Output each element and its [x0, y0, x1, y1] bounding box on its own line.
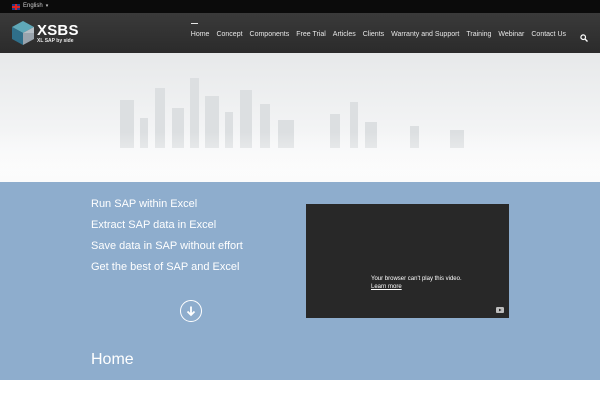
language-label: English: [23, 3, 43, 9]
logo-name: XSBS: [37, 21, 79, 39]
tagline-item: Get the best of SAP and Excel: [91, 261, 240, 273]
language-bar: English ▾: [0, 0, 600, 13]
video-error-message: Your browser can't play this video. Lear…: [371, 275, 462, 291]
search-icon[interactable]: [580, 34, 588, 42]
hero-banner: [0, 53, 600, 182]
nav-item-clients[interactable]: Clients: [363, 31, 384, 38]
nav-item-concept[interactable]: Concept: [216, 31, 242, 38]
learn-more-link[interactable]: Learn more: [371, 283, 462, 291]
scroll-down-button[interactable]: [180, 300, 202, 322]
nav-item-free-trial[interactable]: Free Trial: [296, 31, 326, 38]
nav-item-home[interactable]: Home: [190, 22, 209, 38]
tagline-item: Save data in SAP without effort: [91, 240, 243, 252]
chevron-down-icon: ▾: [45, 3, 49, 9]
hero-fade: [0, 132, 600, 182]
nav-item-components[interactable]: Components: [250, 31, 290, 38]
tagline-item: Run SAP within Excel: [91, 198, 198, 210]
main-nav: Home Concept Components Free Trial Artic…: [184, 21, 566, 47]
uk-flag-icon: [12, 3, 20, 10]
arrow-down-icon: [186, 306, 196, 317]
nav-item-warranty-support[interactable]: Warranty and Support: [391, 31, 459, 38]
tagline-item: Extract SAP data in Excel: [91, 219, 217, 231]
cube-logo-icon: [12, 21, 34, 45]
video-error-text: Your browser can't play this video.: [371, 276, 462, 282]
youtube-icon[interactable]: [496, 307, 504, 313]
logo-tagline: XL SAP by side: [37, 37, 74, 44]
nav-item-articles[interactable]: Articles: [333, 31, 356, 38]
nav-item-contact-us[interactable]: Contact Us: [531, 31, 566, 38]
nav-item-webinar[interactable]: Webinar: [498, 31, 524, 38]
page-bottom: [0, 380, 600, 400]
intro-section: Run SAP within Excel Extract SAP data in…: [0, 182, 600, 380]
video-player[interactable]: Your browser can't play this video. Lear…: [306, 204, 509, 318]
page-title: Home: [91, 351, 134, 368]
site-logo[interactable]: XSBS XL SAP by side: [12, 21, 79, 45]
language-selector[interactable]: English ▾: [12, 2, 48, 11]
nav-item-training[interactable]: Training: [466, 31, 491, 38]
tagline-list: Run SAP within Excel Extract SAP data in…: [91, 194, 243, 278]
site-header: XSBS XL SAP by side Home Concept Compone…: [0, 13, 600, 53]
